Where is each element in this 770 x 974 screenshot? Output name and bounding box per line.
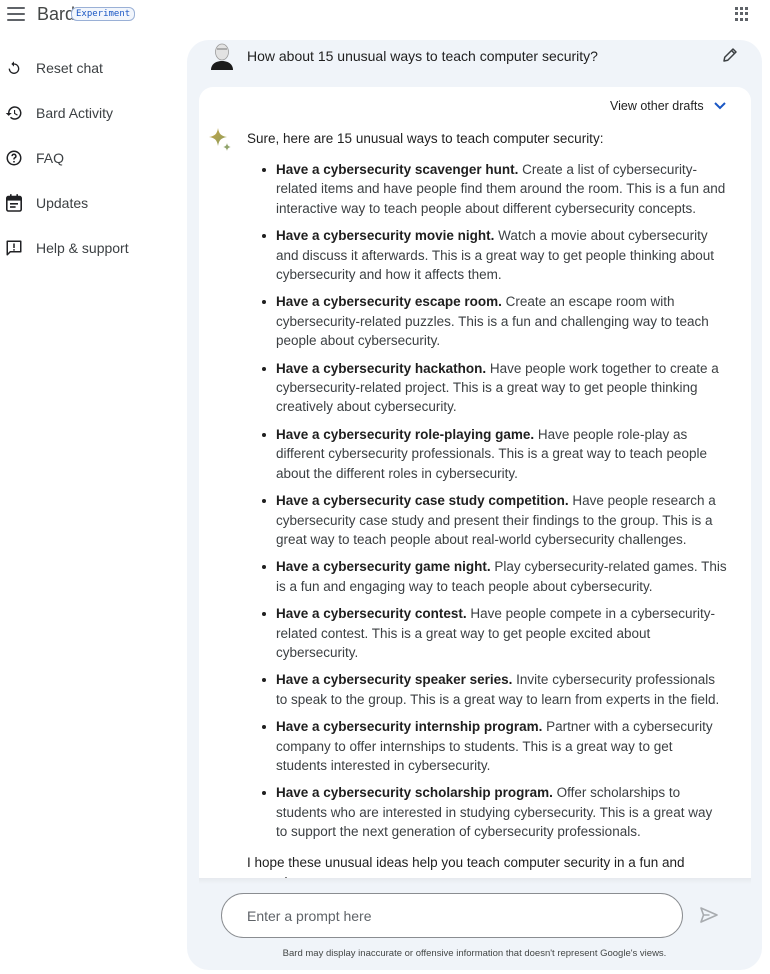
view-drafts-label: View other drafts [610, 99, 704, 113]
feedback-icon [5, 239, 23, 257]
edit-prompt-button[interactable] [721, 46, 741, 66]
response-outro: I hope these unusual ideas help you teac… [247, 855, 685, 880]
prompt-input[interactable] [247, 894, 667, 937]
chat-panel: How about 15 unusual ways to teach compu… [187, 40, 762, 970]
sidebar-item-label: Reset chat [36, 59, 103, 76]
apps-grid-icon [735, 7, 738, 10]
scroll-fade [199, 878, 751, 884]
top-bar: Bard Experiment [0, 0, 770, 34]
prompt-input-box[interactable] [221, 893, 683, 938]
sidebar-item-label: Help & support [36, 239, 129, 256]
user-prompt-text: How about 15 unusual ways to teach compu… [247, 48, 598, 64]
user-avatar [209, 42, 235, 70]
apps-grid-dot [740, 12, 743, 16]
hamburger-icon-line [7, 13, 25, 15]
bard-sparkle-icon [208, 127, 234, 153]
list-item-title: Have a cybersecurity speaker series. [276, 672, 513, 688]
list-item-title: Have a cybersecurity game night. [276, 559, 491, 575]
list-item: Have a cybersecurity role-playing game. … [257, 425, 727, 483]
sidebar-item-help-support[interactable]: Help & support [0, 225, 185, 270]
history-icon [5, 104, 23, 122]
hamburger-icon-line [7, 19, 25, 21]
view-other-drafts-button[interactable]: View other drafts [610, 99, 726, 113]
sidebar-item-bard-activity[interactable]: Bard Activity [0, 90, 185, 135]
apps-grid-dot [745, 12, 748, 16]
calendar-icon [5, 193, 23, 212]
list-item: Have a cybersecurity hackathon. Have peo… [257, 359, 727, 417]
chevron-down-icon [713, 102, 726, 110]
sidebar-item-label: Bard Activity [36, 104, 114, 121]
disclaimer-text: Bard may display inaccurate or offensive… [282, 948, 667, 959]
list-item-title: Have a cybersecurity case study competit… [276, 493, 569, 509]
list-item: Have a cybersecurity game night. Play cy… [257, 557, 727, 596]
apps-grid-dot [745, 7, 748, 10]
list-item-title: Have a cybersecurity scholarship program… [276, 785, 553, 801]
sidebar-item-faq[interactable]: FAQ [0, 135, 185, 180]
list-item-title: Have a cybersecurity role-playing game. [276, 426, 535, 442]
list-item-title: Have a cybersecurity internship program. [276, 719, 543, 735]
apps-grid-dot [735, 17, 738, 21]
list-item-title: Have a cybersecurity movie night. [276, 228, 495, 244]
send-icon [700, 907, 718, 923]
list-item: Have a cybersecurity speaker series. Inv… [257, 670, 727, 709]
sidebar-item-label: FAQ [36, 149, 65, 166]
google-apps-button[interactable] [735, 7, 749, 21]
apps-grid-dot [740, 17, 743, 21]
apps-grid-dot [740, 7, 743, 10]
apps-grid-dot [735, 12, 738, 16]
list-item: Have a cybersecurity scavenger hunt. Cre… [257, 160, 727, 218]
help-circle-icon [5, 149, 23, 167]
send-button[interactable] [699, 906, 719, 924]
list-item-title: Have a cybersecurity escape room. [276, 294, 502, 310]
hamburger-icon [7, 7, 25, 9]
sidebar: Reset chat Bard Activity FAQ Updates Hel… [0, 45, 185, 270]
list-item-title: Have a cybersecurity scavenger hunt. [276, 162, 519, 177]
list-item: Have a cybersecurity escape room. Create… [257, 292, 727, 350]
list-item: Have a cybersecurity scholarship program… [257, 783, 727, 841]
experiment-badge: Experiment [71, 7, 136, 21]
list-item: Have a cybersecurity movie night. Watch … [257, 226, 727, 284]
pencil-icon [723, 48, 737, 62]
main-menu-button[interactable] [7, 7, 25, 21]
list-item-title: Have a cybersecurity contest. [276, 606, 467, 622]
app-logo[interactable]: Bard [37, 4, 75, 25]
sidebar-item-updates[interactable]: Updates [0, 180, 185, 225]
user-message: How about 15 unusual ways to teach compu… [187, 40, 762, 80]
reset-icon [5, 59, 23, 77]
apps-grid-dot [745, 17, 748, 21]
sidebar-item-reset-chat[interactable]: Reset chat [0, 45, 185, 90]
sidebar-item-label: Updates [36, 194, 89, 211]
response-intro: Sure, here are 15 unusual ways to teach … [247, 131, 604, 146]
list-item: Have a cybersecurity internship program.… [257, 717, 727, 775]
response-card: View other drafts Sure, here are 15 unus… [199, 87, 751, 880]
list-item-title: Have a cybersecurity hackathon. [276, 360, 487, 376]
list-item: Have a cybersecurity case study competit… [257, 491, 727, 549]
response-list: Have a cybersecurity scavenger hunt. Cre… [257, 160, 727, 850]
list-item: Have a cybersecurity contest. Have peopl… [257, 604, 727, 662]
